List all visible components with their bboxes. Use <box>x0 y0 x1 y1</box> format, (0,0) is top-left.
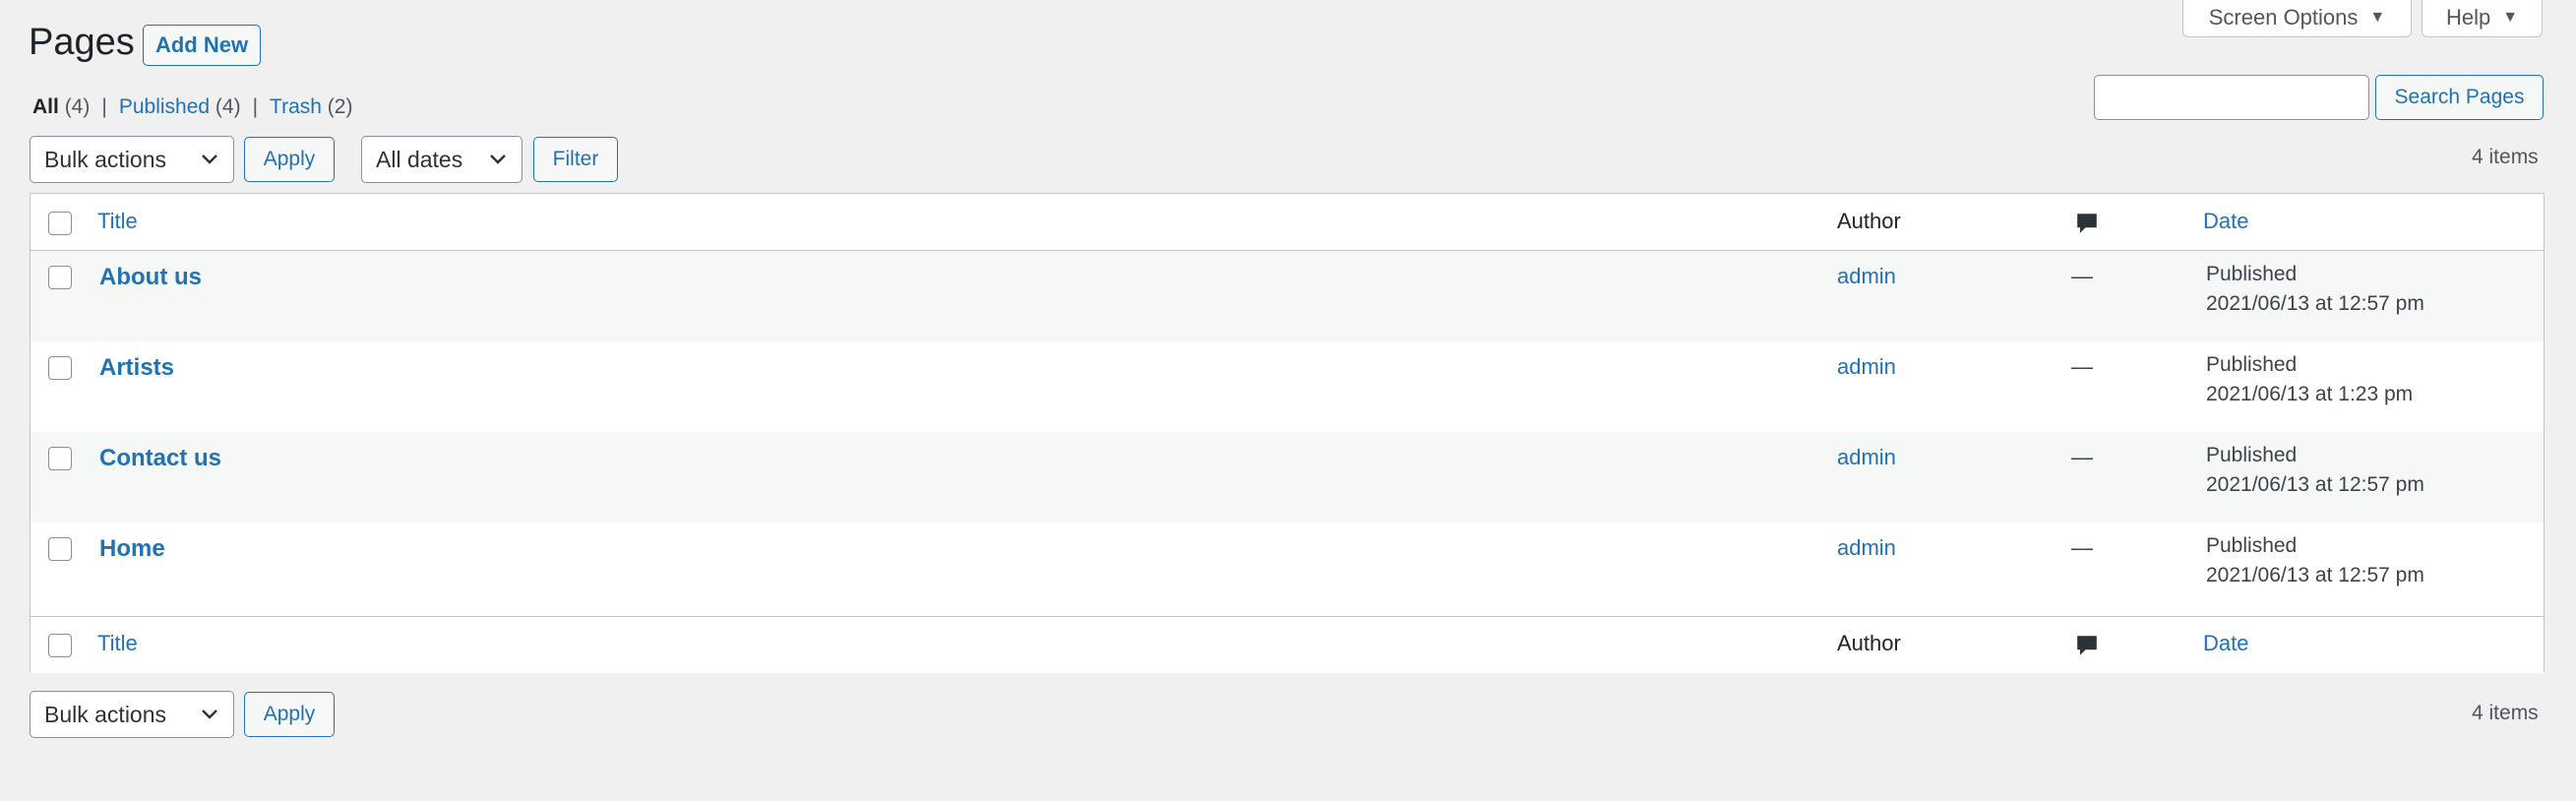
filter-all-link[interactable]: All <box>32 95 59 119</box>
row-checkbox[interactable] <box>48 266 72 289</box>
page-title-link[interactable]: Contact us <box>99 445 221 472</box>
pages-table: Title Author Date About us admin — Publi… <box>30 193 2545 673</box>
row-checkbox[interactable] <box>48 447 72 470</box>
author-link[interactable]: admin <box>1837 354 1896 380</box>
filter-trash-link[interactable]: Trash <box>270 95 322 119</box>
search-pages-button[interactable]: Search Pages <box>2375 75 2544 120</box>
table-row: About us admin — Published 2021/06/13 at… <box>31 251 2544 341</box>
table-header: Title Author Date <box>31 194 2544 251</box>
bulk-actions-value: Bulk actions <box>44 701 167 727</box>
comments-count: — <box>2071 354 2093 379</box>
author-link[interactable]: admin <box>1837 445 1896 470</box>
triangle-down-icon: ▼ <box>2369 8 2386 26</box>
items-count-top: 4 items <box>2472 146 2539 168</box>
comments-count: — <box>2071 535 2093 560</box>
author-link[interactable]: admin <box>1837 264 1896 289</box>
chevron-down-icon <box>490 154 506 164</box>
author-column-header: Author <box>1837 209 1901 233</box>
date-filter-select[interactable]: All dates <box>361 136 522 183</box>
title-column-footer[interactable]: Title <box>97 631 138 656</box>
comments-count: — <box>2071 445 2093 469</box>
filter-separator: | <box>101 95 107 118</box>
date-status: Published <box>2206 263 2298 285</box>
filter-button[interactable]: Filter <box>533 137 618 182</box>
chevron-down-icon <box>202 709 217 719</box>
filter-published-link[interactable]: Published <box>119 95 210 119</box>
date-column-footer[interactable]: Date <box>2203 631 2248 656</box>
triangle-down-icon: ▼ <box>2502 8 2519 26</box>
screen-options-tab[interactable]: Screen Options ▼ <box>2182 0 2412 37</box>
row-checkbox[interactable] <box>48 356 72 380</box>
date-filter-value: All dates <box>376 146 463 172</box>
title-column-header[interactable]: Title <box>97 209 138 234</box>
date-status: Published <box>2206 534 2298 557</box>
screen-options-label: Screen Options <box>2208 4 2359 30</box>
date-status: Published <box>2206 444 2298 466</box>
apply-button-top[interactable]: Apply <box>244 137 335 182</box>
table-row: Artists admin — Published 2021/06/13 at … <box>31 341 2544 432</box>
filter-trash-count: (2) <box>327 95 353 118</box>
date-value: 2021/06/13 at 12:57 pm <box>2206 564 2424 586</box>
author-link[interactable]: admin <box>1837 535 1896 561</box>
select-all-checkbox[interactable] <box>48 634 72 657</box>
row-checkbox[interactable] <box>48 537 72 561</box>
chevron-down-icon <box>202 154 217 164</box>
apply-button-bottom[interactable]: Apply <box>244 692 335 737</box>
page-title-link[interactable]: Home <box>99 535 165 563</box>
status-filter-links: All (4) | Published (4) | Trash (2) <box>32 95 352 119</box>
comment-bubble-icon[interactable] <box>2073 210 2101 237</box>
page-title-link[interactable]: About us <box>99 264 202 291</box>
help-label: Help <box>2445 4 2491 30</box>
table-row: Home admin — Published 2021/06/13 at 12:… <box>31 523 2544 613</box>
date-column-header[interactable]: Date <box>2203 209 2248 234</box>
page-title: Pages <box>29 22 135 63</box>
filter-published-count: (4) <box>215 95 241 118</box>
bulk-actions-select-bottom[interactable]: Bulk actions <box>30 691 234 738</box>
comments-count: — <box>2071 264 2093 288</box>
comment-bubble-icon[interactable] <box>2073 632 2101 659</box>
filter-all-count: (4) <box>64 95 91 118</box>
date-value: 2021/06/13 at 12:57 pm <box>2206 473 2424 496</box>
page-title-link[interactable]: Artists <box>99 354 174 382</box>
bulk-actions-select-top[interactable]: Bulk actions <box>30 136 234 183</box>
select-all-checkbox[interactable] <box>48 212 72 235</box>
filter-separator: | <box>252 95 259 118</box>
add-new-button[interactable]: Add New <box>143 25 261 66</box>
date-value: 2021/06/13 at 1:23 pm <box>2206 383 2414 405</box>
author-column-footer: Author <box>1837 631 1901 655</box>
date-value: 2021/06/13 at 12:57 pm <box>2206 292 2424 315</box>
table-footer: Title Author Date <box>31 616 2544 673</box>
date-status: Published <box>2206 353 2298 376</box>
search-input[interactable] <box>2094 75 2369 120</box>
bulk-actions-value: Bulk actions <box>44 146 167 172</box>
help-tab[interactable]: Help ▼ <box>2422 0 2543 37</box>
items-count-bottom: 4 items <box>2472 702 2539 724</box>
table-row: Contact us admin — Published 2021/06/13 … <box>31 432 2544 523</box>
